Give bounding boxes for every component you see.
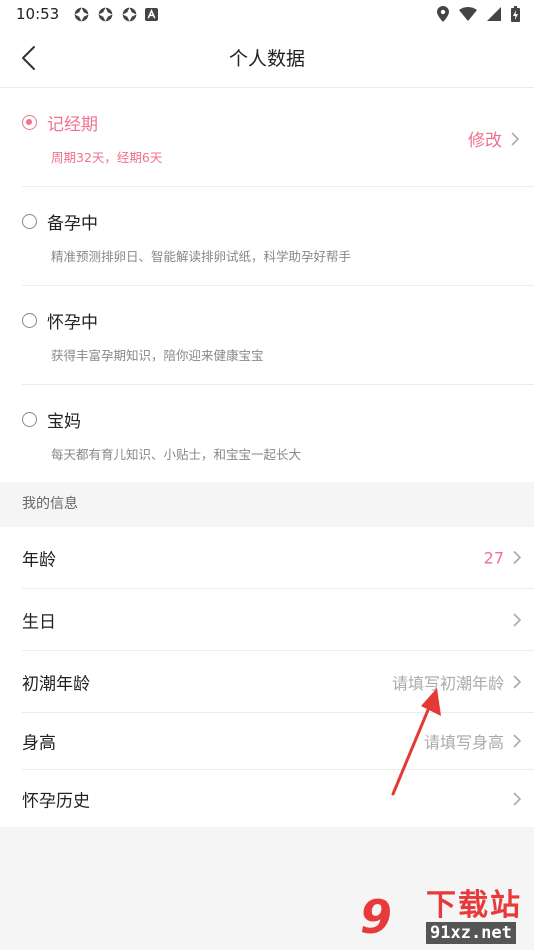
status-option-period[interactable]: 记经期 周期32天，经期6天 修改: [22, 88, 534, 187]
info-row-pregnancy-history[interactable]: 怀孕历史: [22, 770, 534, 827]
watermark-logo-number: 9: [360, 890, 392, 944]
my-info-list: 年龄 27 生日 初潮年龄 请填写初潮年龄 身高 请填写身高 怀孕历史: [0, 527, 534, 827]
app-bar: 个人数据: [0, 28, 534, 88]
info-row-value-group: [504, 791, 522, 807]
chevron-right-icon: [513, 791, 522, 806]
info-row-label: 年龄: [22, 550, 56, 570]
location-icon: [437, 6, 449, 22]
status-option-title: 怀孕中: [47, 313, 98, 333]
app-notification-icon: [122, 7, 137, 21]
status-option-desc: 获得丰富孕期知识，陪你迎来健康宝宝: [51, 348, 264, 363]
status-option-list: 记经期 周期32天，经期6天 修改 备孕中 精准预测排卵日、智能解读排卵试纸，科…: [0, 88, 534, 484]
info-row-value-group: 27: [484, 548, 522, 567]
info-row-label: 怀孕历史: [22, 791, 90, 811]
status-option-title: 记经期: [47, 115, 98, 135]
info-row-menarche-age[interactable]: 初潮年龄 请填写初潮年龄: [22, 651, 534, 713]
status-time: 10:53: [16, 5, 60, 23]
info-row-height[interactable]: 身高 请填写身高: [22, 713, 534, 770]
info-row-age[interactable]: 年龄 27: [22, 527, 534, 589]
signal-icon: [487, 7, 501, 21]
page-title: 个人数据: [228, 48, 305, 70]
watermark-text: 下载站: [426, 888, 522, 923]
info-row-value-group: [504, 612, 522, 628]
status-option-desc: 每天都有育儿知识、小贴士，和宝宝一起长大: [51, 447, 302, 462]
status-option-desc: 精准预测排卵日、智能解读排卵试纸，科学助孕好帮手: [51, 249, 352, 264]
modify-label: 修改: [468, 131, 502, 151]
status-option-desc: 周期32天，经期6天: [51, 150, 163, 165]
battery-charging-icon: [511, 6, 520, 22]
info-row-value: 27: [483, 548, 504, 567]
radio-icon[interactable]: [22, 214, 37, 229]
status-bar: 10:53: [0, 0, 534, 28]
info-row-label: 身高: [22, 733, 56, 754]
status-option-pregnant[interactable]: 怀孕中 获得丰富孕期知识，陪你迎来健康宝宝: [22, 286, 534, 385]
chevron-right-icon: [513, 550, 522, 565]
chevron-right-icon: [513, 674, 522, 689]
a-notification-icon: [145, 7, 159, 21]
status-option-mom[interactable]: 宝妈 每天都有育儿知识、小贴士，和宝宝一起长大: [22, 385, 534, 484]
radio-icon[interactable]: [22, 313, 37, 328]
radio-icon[interactable]: [22, 412, 37, 427]
status-option-trying[interactable]: 备孕中 精准预测排卵日、智能解读排卵试纸，科学助孕好帮手: [22, 187, 534, 286]
status-option-title: 备孕中: [47, 214, 98, 234]
chevron-right-icon: [513, 734, 522, 748]
app-notification-icon: [98, 7, 113, 21]
app-notification-icon: [74, 7, 89, 21]
status-option-title: 宝妈: [47, 412, 81, 432]
wifi-icon: [459, 7, 477, 21]
my-info-header: 我的信息: [0, 482, 534, 527]
info-row-label: 生日: [22, 612, 56, 632]
info-row-birthday[interactable]: 生日: [22, 589, 534, 651]
radio-selected-icon[interactable]: [22, 115, 37, 130]
modify-button[interactable]: 修改: [468, 126, 520, 151]
site-watermark: 9 下载站 91xz.net: [360, 886, 530, 948]
annotation-arrow-icon: [391, 688, 441, 796]
info-row-label: 初潮年龄: [22, 674, 90, 694]
chevron-right-icon: [511, 131, 520, 146]
watermark-url: 91xz.net: [426, 922, 516, 944]
chevron-right-icon: [513, 612, 522, 627]
